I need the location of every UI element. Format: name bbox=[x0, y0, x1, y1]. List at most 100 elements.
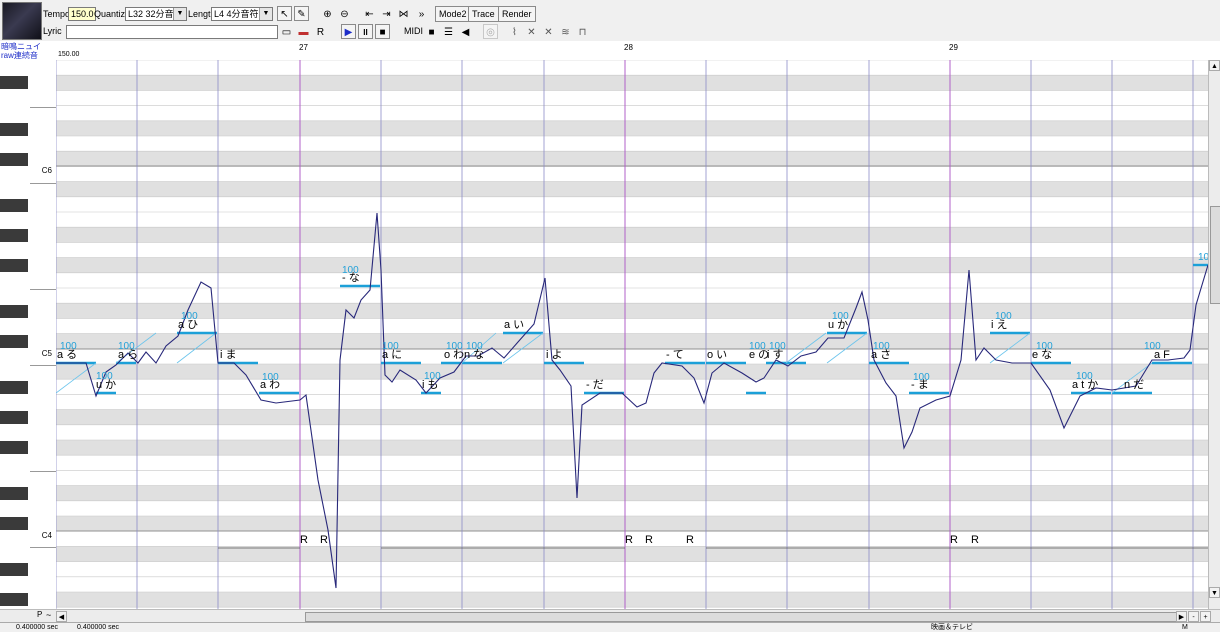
toolbar: Tempo 150.0 Quantize L32 32分音符 ▼ Length … bbox=[0, 0, 1220, 42]
midi-stop-button[interactable]: ■ bbox=[424, 24, 439, 39]
pencil-tool-button[interactable]: ✎ bbox=[294, 6, 309, 21]
render-button[interactable]: Render bbox=[498, 6, 536, 22]
tempo-input[interactable]: 150.0 bbox=[68, 7, 96, 21]
note-velocity: 100 bbox=[995, 311, 1012, 322]
cross-icon: ✕ bbox=[527, 27, 536, 38]
rest-note[interactable]: R bbox=[625, 534, 633, 546]
note-phoneme[interactable]: a F bbox=[1154, 349, 1170, 361]
scroll-down-icon[interactable]: ▼ bbox=[1209, 587, 1220, 598]
vertical-scroll-thumb[interactable] bbox=[1210, 206, 1220, 304]
note-velocity: 100 bbox=[832, 311, 849, 322]
rest-note[interactable]: R bbox=[971, 534, 979, 546]
pitch-tool-1-button[interactable]: ⌇ bbox=[507, 24, 522, 39]
rest-note[interactable]: R bbox=[300, 534, 308, 546]
select-tool-button[interactable]: ↖ bbox=[277, 6, 292, 21]
note-phoneme[interactable]: a い bbox=[504, 319, 524, 331]
measure-number: 29 bbox=[949, 43, 958, 52]
note-phoneme[interactable]: n だ bbox=[1124, 379, 1144, 391]
lyric-label: Lyric bbox=[43, 26, 62, 36]
stop-button[interactable]: ■ bbox=[375, 24, 390, 39]
zoom-in-button[interactable]: ⊕ bbox=[320, 6, 335, 21]
vertical-scrollbar[interactable]: ▲ ▼ bbox=[1208, 60, 1220, 609]
midi-record-button[interactable]: ◎ bbox=[483, 24, 498, 39]
pause-button[interactable]: II bbox=[358, 24, 373, 39]
pitch-tool-4-button[interactable]: ≋ bbox=[558, 24, 573, 39]
rest-note[interactable]: R bbox=[645, 534, 653, 546]
midi-list-button[interactable]: ☰ bbox=[441, 24, 456, 39]
speaker-icon: ◀ bbox=[461, 27, 470, 38]
measure-ruler[interactable]: 150.00 27 28 29 bbox=[56, 41, 1220, 61]
note-phoneme[interactable]: o い bbox=[707, 349, 727, 361]
stop-icon: ■ bbox=[379, 27, 386, 38]
note-velocity: 100 bbox=[60, 341, 77, 352]
zoom-plus-button[interactable]: + bbox=[1200, 611, 1211, 622]
prev-section-button[interactable]: ⋈ bbox=[396, 6, 411, 21]
black-key[interactable] bbox=[0, 76, 28, 89]
midi-label: MIDI bbox=[404, 26, 423, 36]
go-end-button[interactable]: ⇥ bbox=[379, 6, 394, 21]
rest-note[interactable]: R bbox=[320, 534, 328, 546]
note-tool-2-button[interactable]: ▬ bbox=[296, 24, 311, 39]
measure-number: 28 bbox=[624, 43, 633, 52]
horizontal-scroll-thumb[interactable] bbox=[305, 612, 1177, 622]
black-key[interactable] bbox=[0, 259, 28, 272]
midi-speaker-button[interactable]: ◀ bbox=[458, 24, 473, 39]
zoom-out-icon: ⊖ bbox=[340, 9, 349, 20]
horizontal-scrollbar[interactable]: P ~ ◀ ▶ - + bbox=[0, 609, 1220, 623]
black-key[interactable] bbox=[0, 563, 28, 576]
lyric-input[interactable] bbox=[66, 25, 278, 39]
note-phoneme[interactable]: i ま bbox=[220, 349, 237, 361]
black-key-row bbox=[56, 592, 1208, 608]
pitch-tool-2-button[interactable]: ✕ bbox=[524, 24, 539, 39]
next-section-button[interactable]: » bbox=[414, 6, 429, 21]
black-key[interactable] bbox=[0, 517, 28, 530]
tempo-label: Tempo bbox=[43, 9, 71, 19]
black-key-row bbox=[56, 303, 1208, 319]
black-key[interactable] bbox=[0, 199, 28, 212]
split-icon: ⋈ bbox=[398, 9, 409, 20]
note-velocity: 100 bbox=[96, 371, 113, 382]
scroll-right-icon[interactable]: ▶ bbox=[1176, 611, 1187, 622]
black-key[interactable] bbox=[0, 153, 28, 166]
rest-note[interactable]: R bbox=[950, 534, 958, 546]
rest-note[interactable]: R bbox=[686, 534, 694, 546]
pitch-tool-3-button[interactable]: ✕ bbox=[541, 24, 556, 39]
black-key[interactable] bbox=[0, 335, 28, 348]
black-key[interactable] bbox=[0, 229, 28, 242]
mode2-button[interactable]: Mode2 bbox=[435, 6, 471, 22]
scroll-left-icon[interactable]: ◀ bbox=[56, 611, 67, 622]
zoom-minus-button[interactable]: - bbox=[1188, 611, 1199, 622]
quantize-select[interactable]: L32 32分音符 ▼ bbox=[125, 7, 187, 21]
length-select[interactable]: L4 4分音符 ▼ bbox=[211, 7, 273, 21]
zoom-out-button[interactable]: ⊖ bbox=[337, 6, 352, 21]
singer-name[interactable]: 暗鳴ニュイ bbox=[1, 42, 41, 51]
black-key[interactable] bbox=[0, 441, 28, 454]
black-key[interactable] bbox=[0, 593, 28, 606]
scroll-p-button[interactable]: P bbox=[37, 610, 42, 619]
scroll-up-icon[interactable]: ▲ bbox=[1209, 60, 1220, 71]
note-phoneme[interactable]: i よ bbox=[546, 349, 563, 361]
note-phoneme[interactable]: - て bbox=[666, 349, 684, 361]
key-divider bbox=[30, 547, 56, 548]
key-divider bbox=[30, 471, 56, 472]
go-start-button[interactable]: ⇤ bbox=[362, 6, 377, 21]
trace-button[interactable]: Trace bbox=[468, 6, 499, 22]
black-key[interactable] bbox=[0, 487, 28, 500]
key-divider bbox=[30, 289, 56, 290]
black-key[interactable] bbox=[0, 381, 28, 394]
pitch-tool-5-button[interactable]: ⊓ bbox=[575, 24, 590, 39]
singer-portrait[interactable] bbox=[2, 2, 42, 40]
note-tool-1-button[interactable]: ▭ bbox=[279, 24, 294, 39]
note-phoneme[interactable]: - だ bbox=[586, 379, 604, 391]
scroll-tilde-button[interactable]: ~ bbox=[46, 610, 51, 620]
rest-icon: R bbox=[316, 27, 325, 38]
play-button[interactable]: ▶ bbox=[341, 24, 356, 39]
piano-keyboard[interactable]: C6 C5 C4 bbox=[0, 60, 57, 609]
note-tool-3-button[interactable]: R bbox=[313, 24, 328, 39]
black-key[interactable] bbox=[0, 123, 28, 136]
piano-roll[interactable]: a る 100 u か 100 a ら 100 a ひ 100 i まa わ 100- な 100 a… bbox=[56, 60, 1208, 609]
octave-label: C6 bbox=[41, 166, 52, 175]
black-key[interactable] bbox=[0, 305, 28, 318]
black-key[interactable] bbox=[0, 411, 28, 424]
key-divider bbox=[30, 365, 56, 366]
